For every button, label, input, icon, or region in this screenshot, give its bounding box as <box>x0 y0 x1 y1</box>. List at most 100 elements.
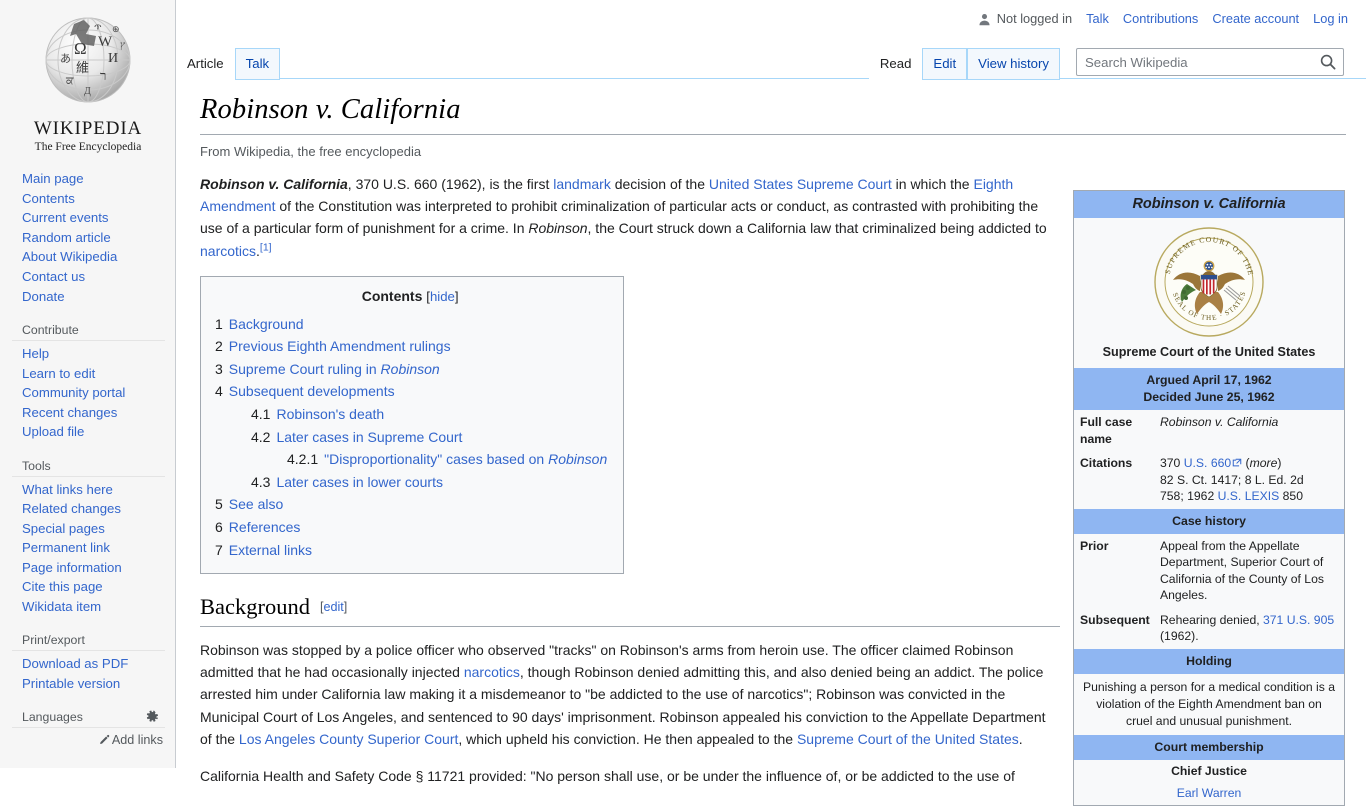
lead-text-a: , 370 U.S. 660 (1962), is the first <box>347 175 554 192</box>
link-narcotics-lead[interactable]: narcotics <box>200 243 256 259</box>
toc-link-background[interactable]: Background <box>229 316 304 332</box>
sidebar-item-current-events[interactable]: Current events <box>22 208 165 228</box>
sidebar-item-cite-this-page[interactable]: Cite this page <box>22 577 165 597</box>
infobox-decided: Decided June 25, 1962 <box>1143 390 1275 404</box>
chief-justice-link[interactable]: Earl Warren <box>1177 786 1242 800</box>
reference-1[interactable]: [1] <box>260 241 272 253</box>
sidebar-item-donate[interactable]: Donate <box>22 287 165 307</box>
sidebar-item-learn-to-edit[interactable]: Learn to edit <box>22 364 165 384</box>
sidebar-item-contact-us[interactable]: Contact us <box>22 267 165 287</box>
infobox-holding-text: Punishing a person for a medical conditi… <box>1082 679 1336 728</box>
toc-item-6[interactable]: 6 References <box>213 516 607 539</box>
sidebar-item-main-page[interactable]: Main page <box>22 169 165 189</box>
toc-item-5[interactable]: 5 See also <box>213 493 607 516</box>
sidebar-item-upload-file[interactable]: Upload file <box>22 422 165 442</box>
toc-item-7[interactable]: 7 External links <box>213 539 607 562</box>
sidebar-item-special-pages[interactable]: Special pages <box>22 519 165 539</box>
wikipedia-globe-logo[interactable]: Ω W И 維 ר あ ਕ ጥ ⊕ ץ Д <box>36 10 140 114</box>
sidebar-item-related-changes[interactable]: Related changes <box>22 499 165 519</box>
link-narcotics-background[interactable]: narcotics <box>464 664 520 680</box>
sidebar-item-about-wikipedia[interactable]: About Wikipedia <box>22 247 165 267</box>
infobox-value-citations: 370 U.S. 660 (more) 82 S. Ct. 1417; 8 L.… <box>1158 453 1344 507</box>
infobox-label-full-case-name: Full case name <box>1080 415 1133 446</box>
personal-link-create-account[interactable]: Create account <box>1212 11 1299 26</box>
toc-link-disproportionality-cases[interactable]: "Disproportionality" cases based on Robi… <box>324 451 607 467</box>
subsequent-prefix: Rehearing denied, <box>1160 612 1263 627</box>
citation-us-reports-link[interactable]: U.S. 660 <box>1184 456 1231 470</box>
gear-icon[interactable] <box>145 710 159 724</box>
toc-link-subsequent-developments[interactable]: Subsequent developments <box>229 383 395 399</box>
toc-item-1[interactable]: 1 Background <box>213 313 607 336</box>
search-button[interactable] <box>1313 49 1343 75</box>
sidebar-item-printable-version[interactable]: Printable version <box>22 674 165 694</box>
sidebar-nav-list-main: Main page Contents Current events Random… <box>12 169 165 306</box>
sidebar-item-download-as-pdf[interactable]: Download as PDF <box>22 654 165 674</box>
link-supreme-court-of-the-united-states[interactable]: Supreme Court of the United States <box>797 731 1019 747</box>
personal-link-contributions[interactable]: Contributions <box>1123 11 1198 26</box>
search-box[interactable] <box>1076 48 1344 76</box>
tab-talk-label[interactable]: Talk <box>246 56 269 71</box>
add-links-link[interactable]: Add links <box>112 733 163 747</box>
section-heading-background: Background [edit] <box>200 595 1060 627</box>
toc-link-references[interactable]: References <box>229 519 301 535</box>
citation-us-lexis-link[interactable]: U.S. LEXIS <box>1218 489 1280 503</box>
link-los-angeles-county-superior-court[interactable]: Los Angeles County Superior Court <box>239 731 458 747</box>
infobox-header-court-membership: Court membership <box>1074 734 1344 760</box>
sidebar-item-help[interactable]: Help <box>22 344 165 364</box>
tab-edit-label[interactable]: Edit <box>933 56 956 71</box>
tab-article[interactable]: Article <box>176 48 235 80</box>
sidebar-heading-print-export: Print/export <box>12 630 165 652</box>
subsequent-citation-link[interactable]: 371 U.S. 905 <box>1263 613 1334 627</box>
toc-item-4-3[interactable]: 4.3 Later cases in lower courts <box>213 471 607 494</box>
toc-item-4-1[interactable]: 4.1 Robinson's death <box>213 403 607 426</box>
tab-view-history-label[interactable]: View history <box>978 56 1049 71</box>
tab-talk[interactable]: Talk <box>234 48 281 80</box>
tab-view-history[interactable]: View history <box>967 48 1060 80</box>
article-content: Robinson v. California, 370 U.S. 660 (19… <box>200 173 1060 787</box>
toc-link-robinsons-death[interactable]: Robinson's death <box>276 406 384 422</box>
tab-edit[interactable]: Edit <box>922 48 968 80</box>
sidebar-item-contents[interactable]: Contents <box>22 189 165 209</box>
citations-more-label[interactable]: more <box>1250 456 1278 470</box>
toc-link-later-cases-lower-courts[interactable]: Later cases in lower courts <box>276 474 443 490</box>
toc-toggle-link[interactable]: hide <box>430 289 455 304</box>
reference-1-link[interactable]: [1] <box>260 241 272 253</box>
citation-line3-prefix: 758; 1962 <box>1160 489 1218 503</box>
background-paragraph-1: Robinson was stopped by a police officer… <box>200 639 1060 751</box>
sidebar-item-permanent-link[interactable]: Permanent link <box>22 538 165 558</box>
toc-link-external-links[interactable]: External links <box>229 542 312 558</box>
sidebar-nav-list-tools: What links here Related changes Special … <box>12 480 165 617</box>
toc-toggle[interactable]: [hide] <box>426 289 458 304</box>
sidebar-heading-tools: Tools <box>12 456 165 477</box>
citation-line3-suffix: 850 <box>1279 489 1303 503</box>
toc-item-3[interactable]: 3 Supreme Court ruling in Robinson <box>213 358 607 381</box>
toc-link-later-cases-supreme-court[interactable]: Later cases in Supreme Court <box>276 429 462 445</box>
toc-item-4-2-1[interactable]: 4.2.1 "Disproportionality" cases based on… <box>213 448 607 471</box>
personal-link-log-in[interactable]: Log in <box>1313 11 1348 26</box>
sidebar-item-recent-changes[interactable]: Recent changes <box>22 403 165 423</box>
infobox-label-citations: Citations <box>1080 456 1133 470</box>
toc-link-supreme-court-ruling[interactable]: Supreme Court ruling in Robinson <box>229 361 440 377</box>
tab-read[interactable]: Read <box>868 48 923 80</box>
toc-link-see-also[interactable]: See also <box>229 496 283 512</box>
wikipedia-wordmark: WIKIPEDIA <box>33 118 143 139</box>
sidebar-item-wikidata-item[interactable]: Wikidata item <box>22 597 165 617</box>
sidebar-item-community-portal[interactable]: Community portal <box>22 383 165 403</box>
personal-link-talk[interactable]: Talk <box>1086 11 1109 26</box>
more-paren-close: ) <box>1277 456 1282 470</box>
add-links-row[interactable]: Add links <box>12 728 165 747</box>
tab-article-label: Article <box>187 56 224 71</box>
sidebar-item-page-information[interactable]: Page information <box>22 558 165 578</box>
toc-item-4-2[interactable]: 4.2 Later cases in Supreme Court <box>213 426 607 449</box>
link-landmark[interactable]: landmark <box>553 176 611 192</box>
toc-link-previous-eighth-amendment-rulings[interactable]: Previous Eighth Amendment rulings <box>229 338 451 354</box>
sidebar-item-random-article[interactable]: Random article <box>22 228 165 248</box>
wikipedia-logo[interactable]: Ω W И 維 ר あ ਕ ጥ ⊕ ץ Д WIKIPEDIA The Free… <box>0 0 175 153</box>
link-united-states-supreme-court[interactable]: United States Supreme Court <box>709 176 892 192</box>
toc-item-2[interactable]: 2 Previous Eighth Amendment rulings <box>213 335 607 358</box>
toc-item-4[interactable]: 4 Subsequent developments <box>213 380 607 403</box>
sidebar-item-what-links-here[interactable]: What links here <box>22 480 165 500</box>
edit-section-link-wrap[interactable]: [edit] <box>320 600 347 614</box>
search-input[interactable] <box>1077 49 1313 75</box>
edit-section-link[interactable]: edit <box>323 600 343 614</box>
